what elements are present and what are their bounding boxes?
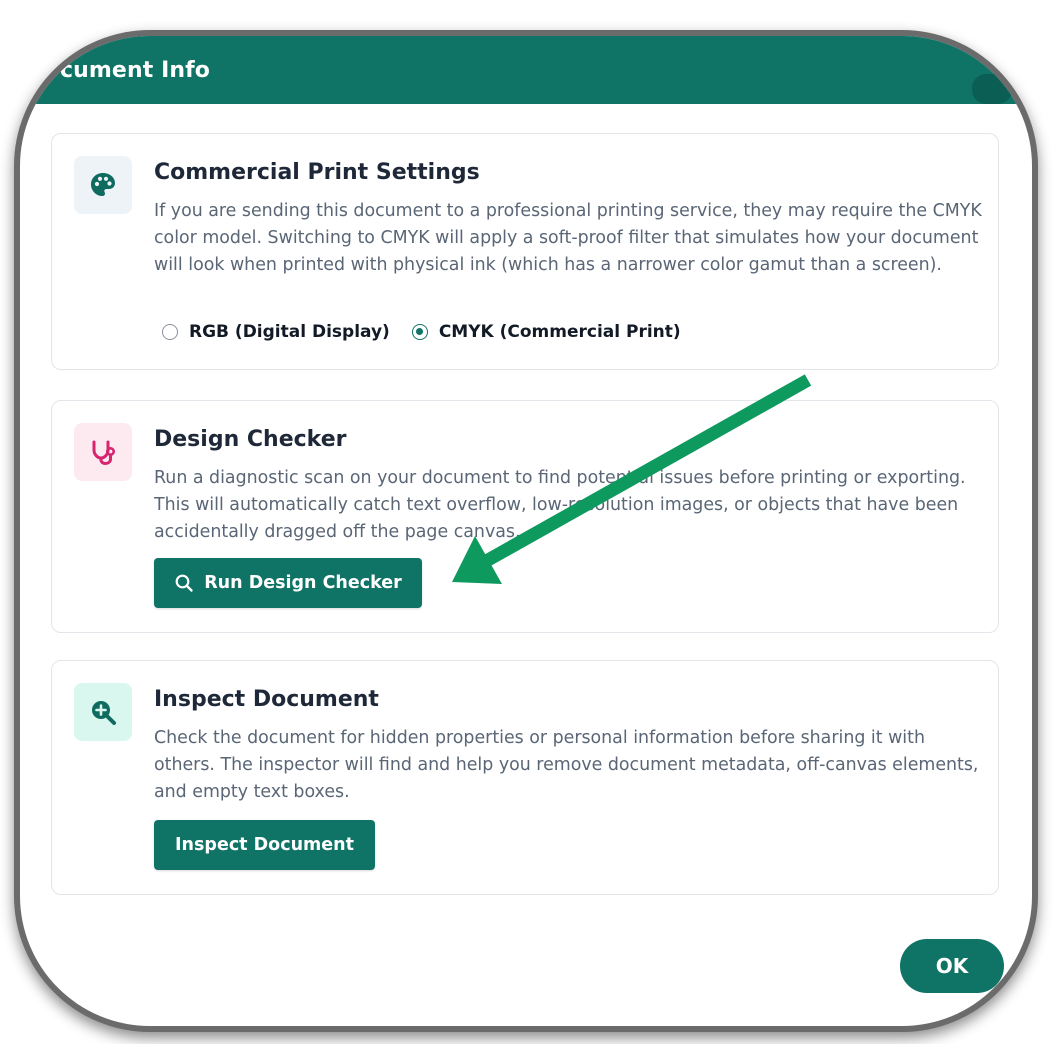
- ok-button-label: OK: [935, 954, 969, 978]
- dialog-titlebar: cument Info: [20, 36, 1032, 104]
- print-settings-title: Commercial Print Settings: [154, 160, 480, 185]
- inspect-document-description: Check the document for hidden properties…: [154, 728, 979, 802]
- print-settings-card: Commercial Print Settings If you are sen…: [51, 133, 999, 370]
- inspect-document-button[interactable]: Inspect Document: [154, 820, 375, 870]
- inspect-icon-box: [74, 683, 132, 741]
- color-model-radio-group: RGB (Digital Display) CMYK (Commercial P…: [162, 320, 703, 344]
- close-button[interactable]: [972, 74, 1012, 104]
- palette-icon: [91, 173, 115, 196]
- cmyk-radio-label[interactable]: CMYK (Commercial Print): [439, 322, 681, 342]
- print-settings-icon-box: [74, 156, 132, 214]
- design-checker-title: Design Checker: [154, 427, 347, 452]
- rgb-radio[interactable]: [162, 324, 178, 340]
- zoom-in-icon: [92, 701, 116, 725]
- inspect-document-title: Inspect Document: [154, 687, 379, 712]
- inspect-document-button-label: Inspect Document: [175, 835, 354, 855]
- ok-button[interactable]: OK: [900, 939, 1004, 993]
- design-checker-description: Run a diagnostic scan on your document t…: [154, 468, 966, 542]
- cmyk-radio[interactable]: [411, 324, 428, 340]
- dialog-title: cument Info: [60, 58, 211, 83]
- design-checker-card: Design Checker Run a diagnostic scan on …: [51, 400, 999, 633]
- rgb-radio-label[interactable]: RGB (Digital Display): [189, 322, 390, 342]
- run-design-checker-button[interactable]: Run Design Checker: [154, 558, 422, 608]
- search-icon: [175, 574, 193, 592]
- run-design-checker-label: Run Design Checker: [204, 573, 402, 593]
- stethoscope-icon: [92, 440, 115, 466]
- print-settings-description: If you are sending this document to a pr…: [154, 201, 982, 275]
- dialog-window: cument Info Commercial Print Settings If…: [20, 36, 1032, 1026]
- design-checker-icon-box: [74, 423, 132, 481]
- inspect-document-card: Inspect Document Check the document for …: [51, 660, 999, 895]
